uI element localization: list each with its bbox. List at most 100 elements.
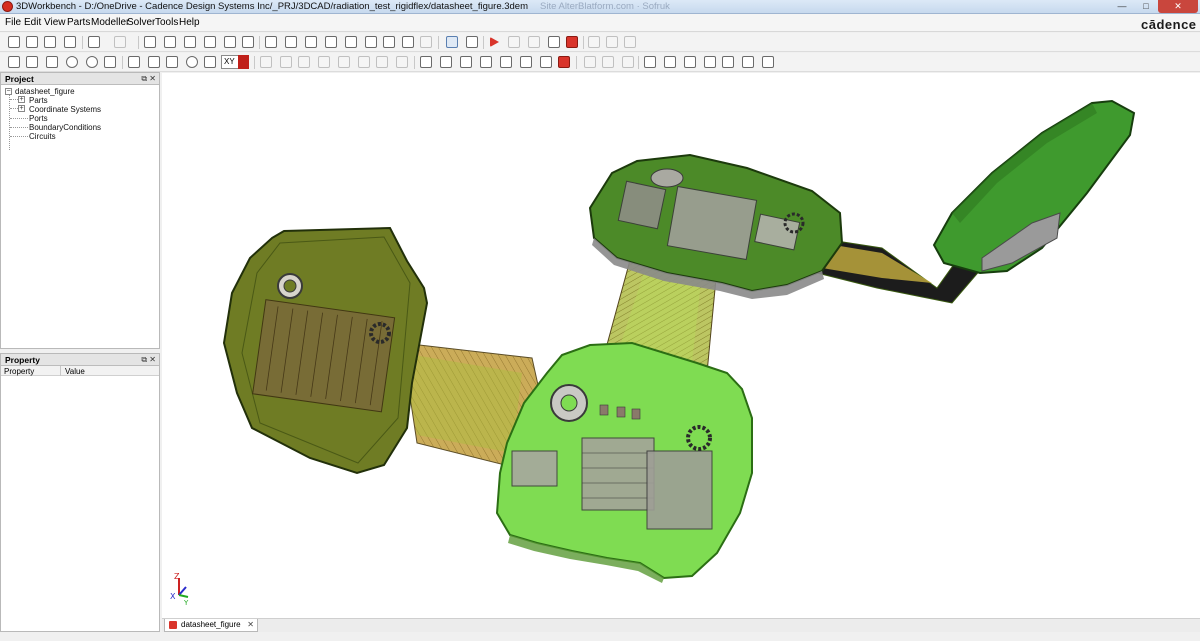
panel-float-close-buttons[interactable]: ⧉ ✕: [141, 354, 156, 366]
sphere-icon[interactable]: [186, 56, 198, 68]
column-header-value[interactable]: Value: [65, 367, 85, 376]
net-icon[interactable]: [622, 56, 634, 68]
wireframe-view-icon[interactable]: [480, 56, 492, 68]
snap-icon[interactable]: [440, 56, 452, 68]
rigid-board-right[interactable]: [932, 99, 1136, 275]
record-icon[interactable]: [722, 56, 734, 68]
export-icon[interactable]: [742, 56, 754, 68]
view-back-icon[interactable]: [285, 36, 297, 48]
menu-tools[interactable]: Tools: [155, 17, 178, 28]
column-header-property[interactable]: Property: [4, 367, 34, 376]
panel-float-close-buttons[interactable]: ⧉ ✕: [141, 73, 156, 85]
stackup-icon[interactable]: [644, 56, 656, 68]
draw-ellipse-icon[interactable]: [86, 56, 98, 68]
view-top-icon[interactable]: [345, 36, 357, 48]
cylinder-icon[interactable]: [148, 56, 160, 68]
maximize-button[interactable]: □: [1134, 0, 1158, 13]
save-icon[interactable]: [44, 36, 56, 48]
tree-node-parts[interactable]: Parts: [29, 96, 48, 105]
stop-solver-icon[interactable]: [528, 36, 540, 48]
menu-edit[interactable]: Edit: [24, 17, 41, 28]
delete-icon[interactable]: [8, 56, 20, 68]
view-iso-icon[interactable]: [383, 36, 395, 48]
torus-icon[interactable]: [204, 56, 216, 68]
new-file-icon[interactable]: [8, 36, 20, 48]
menu-help[interactable]: Help: [179, 17, 200, 28]
component-icon[interactable]: [684, 56, 696, 68]
pan-icon[interactable]: [164, 36, 176, 48]
tree-node-circuits[interactable]: Circuits: [29, 132, 56, 141]
move-icon[interactable]: [396, 56, 408, 68]
draw-line-icon[interactable]: [26, 56, 38, 68]
menu-view[interactable]: View: [44, 17, 66, 28]
arrow-right-icon[interactable]: [420, 36, 432, 48]
close-button[interactable]: ✕: [1158, 0, 1198, 13]
tree-node-coordinate-systems[interactable]: Coordinate Systems: [29, 105, 101, 114]
draw-circle-icon[interactable]: [66, 56, 78, 68]
menu-parts[interactable]: Parts: [67, 17, 90, 28]
arrow-left-icon[interactable]: [402, 36, 414, 48]
view-bottom-icon[interactable]: [365, 36, 377, 48]
open-file-icon[interactable]: [26, 36, 38, 48]
shaded-view-icon[interactable]: [460, 56, 472, 68]
rotate-icon[interactable]: [184, 36, 196, 48]
menu-file[interactable]: File: [5, 17, 21, 28]
document-tab[interactable]: datasheet_figure ✕: [164, 619, 258, 632]
transparent-view-icon[interactable]: [500, 56, 512, 68]
pause-solver-icon[interactable]: [508, 36, 520, 48]
via-icon[interactable]: [664, 56, 676, 68]
fit-view-icon[interactable]: [144, 36, 156, 48]
layer-icon[interactable]: [584, 56, 596, 68]
results-icon[interactable]: [548, 36, 560, 48]
run-solver-icon[interactable]: [490, 37, 499, 47]
rigid-flex-pcb-model[interactable]: Z X Y: [162, 73, 1200, 618]
zoom-icon[interactable]: [204, 36, 216, 48]
edge-view-icon[interactable]: [540, 56, 552, 68]
settings-icon[interactable]: [762, 56, 774, 68]
tree-expand-toggle[interactable]: +: [18, 96, 25, 103]
cone-icon[interactable]: [166, 56, 178, 68]
tree-node-root[interactable]: datasheet_figure: [15, 87, 75, 96]
redo-icon[interactable]: [114, 36, 126, 48]
extrude-icon[interactable]: [358, 56, 370, 68]
material-icon[interactable]: [602, 56, 614, 68]
mirror-icon[interactable]: [376, 56, 388, 68]
menu-modeller[interactable]: Modeller: [91, 17, 129, 28]
mesh-icon[interactable]: [588, 36, 600, 48]
tab-close-icon[interactable]: ✕: [247, 619, 254, 631]
tree-expand-toggle[interactable]: +: [18, 105, 25, 112]
tree-node-boundary-conditions[interactable]: BoundaryConditions: [29, 123, 101, 132]
plane-select-dropdown-button[interactable]: [238, 55, 249, 69]
column-divider[interactable]: [60, 366, 61, 376]
select-icon[interactable]: [446, 36, 458, 48]
draw-polyline-icon[interactable]: [104, 56, 116, 68]
undo-icon[interactable]: [88, 36, 100, 48]
draw-rectangle-icon[interactable]: [46, 56, 58, 68]
boolean-subtract-icon[interactable]: [280, 56, 292, 68]
view-left-icon[interactable]: [305, 36, 317, 48]
minimize-button[interactable]: —: [1110, 0, 1134, 13]
zoom-in-icon[interactable]: [224, 36, 236, 48]
zoom-out-icon[interactable]: [242, 36, 254, 48]
clip-view-icon[interactable]: [558, 56, 570, 68]
tree-node-ports[interactable]: Ports: [29, 114, 48, 123]
measure-icon[interactable]: [420, 56, 432, 68]
select-face-icon[interactable]: [466, 36, 478, 48]
sweep-icon[interactable]: [338, 56, 350, 68]
tree-collapse-toggle[interactable]: −: [5, 88, 12, 95]
rigid-board-left[interactable]: [222, 226, 429, 475]
view-right-icon[interactable]: [325, 36, 337, 48]
boolean-intersect-icon[interactable]: [298, 56, 310, 68]
menu-solver[interactable]: Solver: [127, 17, 155, 28]
hidden-line-view-icon[interactable]: [520, 56, 532, 68]
port-icon[interactable]: [606, 36, 618, 48]
view-front-icon[interactable]: [265, 36, 277, 48]
trace-icon[interactable]: [704, 56, 716, 68]
save-as-icon[interactable]: [64, 36, 76, 48]
split-icon[interactable]: [318, 56, 330, 68]
boolean-unite-icon[interactable]: [260, 56, 272, 68]
probe-icon[interactable]: [624, 36, 636, 48]
report-icon[interactable]: [566, 36, 578, 48]
box-icon[interactable]: [128, 56, 140, 68]
3d-viewport[interactable]: Z X Y: [162, 73, 1200, 618]
